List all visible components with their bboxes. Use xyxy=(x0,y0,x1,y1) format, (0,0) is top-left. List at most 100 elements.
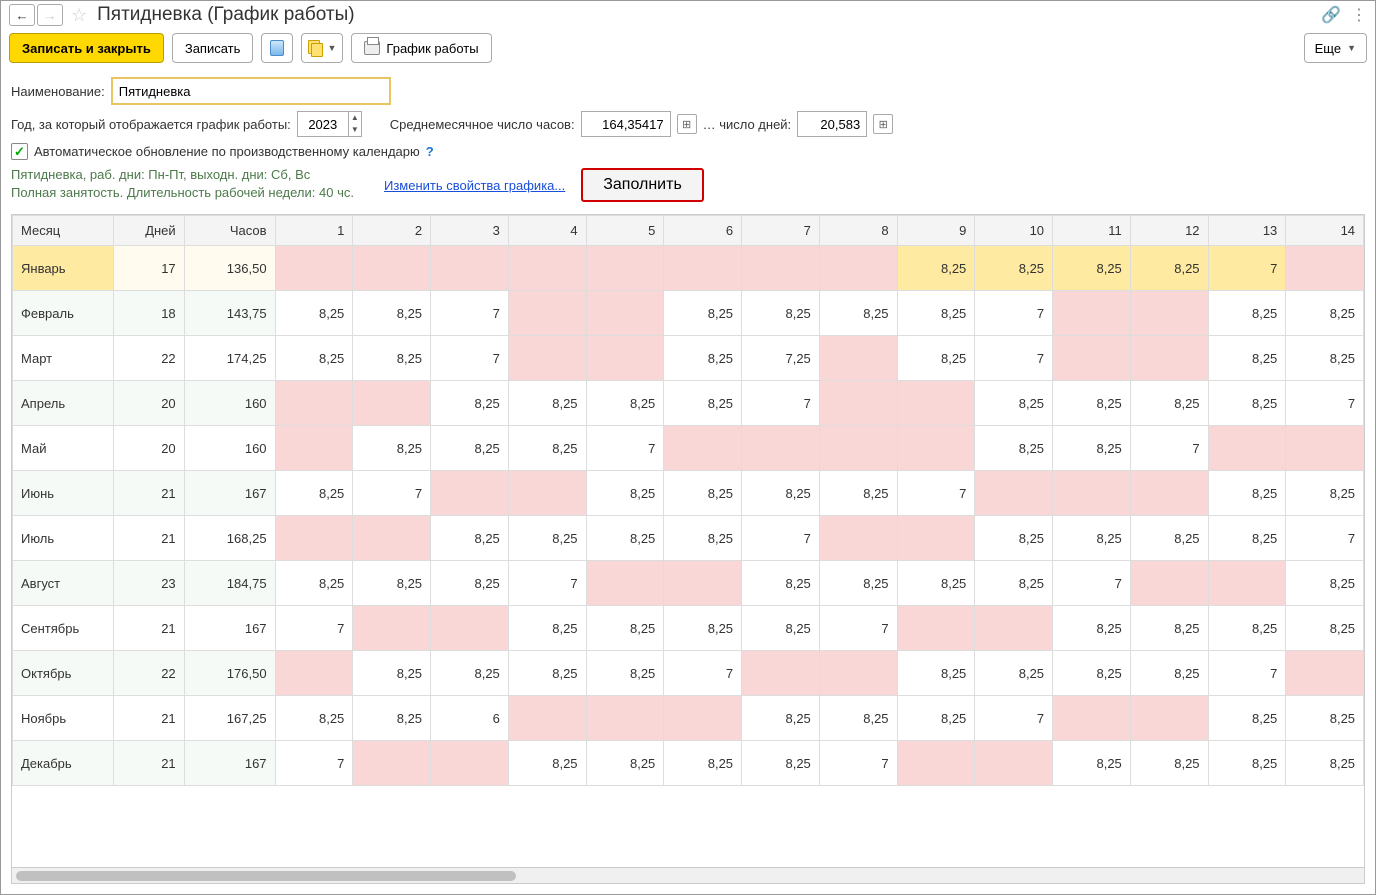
calc-icon[interactable]: ⊞ xyxy=(677,114,697,134)
day-cell[interactable] xyxy=(508,291,586,336)
fill-button[interactable]: Заполнить xyxy=(581,168,704,202)
days-cell[interactable]: 21 xyxy=(113,696,184,741)
days-cell[interactable]: 22 xyxy=(113,651,184,696)
day-cell[interactable]: 8,25 xyxy=(897,246,975,291)
day-cell[interactable]: 8,25 xyxy=(664,606,742,651)
day-cell[interactable] xyxy=(819,426,897,471)
day-cell[interactable] xyxy=(1208,561,1286,606)
day-cell[interactable]: 8,25 xyxy=(353,651,431,696)
day-cell[interactable]: 8,25 xyxy=(1053,516,1131,561)
day-cell[interactable] xyxy=(819,336,897,381)
day-cell[interactable]: 8,25 xyxy=(586,381,664,426)
day-cell[interactable]: 8,25 xyxy=(1053,246,1131,291)
day-cell[interactable]: 8,25 xyxy=(1208,291,1286,336)
day-cell[interactable]: 8,25 xyxy=(975,516,1053,561)
day-cell[interactable] xyxy=(1364,246,1365,291)
day-cell[interactable] xyxy=(975,741,1053,786)
day-cell[interactable]: 7 xyxy=(975,291,1053,336)
day-cell[interactable] xyxy=(897,426,975,471)
day-cell[interactable] xyxy=(1364,381,1365,426)
hours-cell[interactable]: 184,75 xyxy=(184,561,275,606)
days-cell[interactable]: 21 xyxy=(113,516,184,561)
day-cell[interactable] xyxy=(742,426,820,471)
days-cell[interactable]: 22 xyxy=(113,336,184,381)
day-cell[interactable] xyxy=(975,471,1053,516)
back-button[interactable]: ← xyxy=(9,4,35,26)
day-cell[interactable]: 8,25 xyxy=(508,381,586,426)
day-cell[interactable] xyxy=(431,606,509,651)
day-cell[interactable]: 8,25 xyxy=(1053,651,1131,696)
day-cell[interactable] xyxy=(353,381,431,426)
day-cell[interactable] xyxy=(1364,651,1365,696)
day-cell[interactable] xyxy=(508,336,586,381)
days-cell[interactable]: 23 xyxy=(113,561,184,606)
year-spin-up[interactable]: ▲ xyxy=(349,112,361,124)
day-cell[interactable]: 8,25 xyxy=(975,246,1053,291)
day-cell[interactable]: 8,25 xyxy=(1053,741,1131,786)
day-cell[interactable]: 8,25 xyxy=(1053,381,1131,426)
day-cell[interactable]: 7 xyxy=(431,336,509,381)
day-cell[interactable]: 8,25 xyxy=(1286,291,1364,336)
day-cell[interactable]: 8,25 xyxy=(664,516,742,561)
save-button[interactable]: Записать xyxy=(172,33,254,63)
day-cell[interactable]: 8,25 xyxy=(586,606,664,651)
day-cell[interactable] xyxy=(1053,471,1131,516)
col-d6[interactable]: 6 xyxy=(664,216,742,246)
day-cell[interactable]: 7 xyxy=(1364,741,1365,786)
hours-cell[interactable]: 176,50 xyxy=(184,651,275,696)
day-cell[interactable]: 8,25 xyxy=(742,741,820,786)
day-cell[interactable]: 8,25 xyxy=(1364,426,1365,471)
day-cell[interactable]: 8,25 xyxy=(1364,471,1365,516)
day-cell[interactable] xyxy=(1364,516,1365,561)
month-cell[interactable]: Сентябрь xyxy=(13,606,114,651)
col-d1[interactable]: 1 xyxy=(275,216,353,246)
day-cell[interactable]: 8,25 xyxy=(1364,696,1365,741)
day-cell[interactable]: 8,25 xyxy=(508,741,586,786)
month-cell[interactable]: Ноябрь xyxy=(13,696,114,741)
day-cell[interactable]: 7 xyxy=(897,471,975,516)
day-cell[interactable]: 8,25 xyxy=(1286,696,1364,741)
day-cell[interactable] xyxy=(1053,336,1131,381)
hours-cell[interactable]: 168,25 xyxy=(184,516,275,561)
month-cell[interactable]: Март xyxy=(13,336,114,381)
more-button[interactable]: Еще▼ xyxy=(1304,33,1367,63)
day-cell[interactable]: 8,25 xyxy=(897,291,975,336)
days-cell[interactable]: 18 xyxy=(113,291,184,336)
month-cell[interactable]: Октябрь xyxy=(13,651,114,696)
col-d12[interactable]: 12 xyxy=(1130,216,1208,246)
day-cell[interactable]: 7 xyxy=(1286,381,1364,426)
document-button[interactable] xyxy=(261,33,293,63)
day-cell[interactable]: 8,25 xyxy=(1208,336,1286,381)
year-input[interactable] xyxy=(298,112,348,136)
year-spin-down[interactable]: ▼ xyxy=(349,124,361,136)
day-cell[interactable]: 8,25 xyxy=(508,516,586,561)
month-cell[interactable]: Февраль xyxy=(13,291,114,336)
days-cell[interactable]: 17 xyxy=(113,246,184,291)
day-cell[interactable] xyxy=(586,336,664,381)
day-cell[interactable] xyxy=(353,516,431,561)
day-cell[interactable]: 8,25 xyxy=(664,381,742,426)
day-cell[interactable]: 8,25 xyxy=(1286,471,1364,516)
day-cell[interactable]: 8,25 xyxy=(975,651,1053,696)
star-icon[interactable]: ☆ xyxy=(71,5,87,26)
col-hours[interactable]: Часов xyxy=(184,216,275,246)
day-cell[interactable]: 7 xyxy=(275,741,353,786)
month-cell[interactable]: Июнь xyxy=(13,471,114,516)
day-cell[interactable] xyxy=(1208,426,1286,471)
day-cell[interactable] xyxy=(275,246,353,291)
day-cell[interactable]: 8,25 xyxy=(1364,561,1365,606)
col-d5[interactable]: 5 xyxy=(586,216,664,246)
day-cell[interactable]: 7 xyxy=(742,516,820,561)
days-cell[interactable]: 21 xyxy=(113,606,184,651)
name-input[interactable] xyxy=(111,77,391,105)
day-cell[interactable] xyxy=(586,291,664,336)
month-cell[interactable]: Апрель xyxy=(13,381,114,426)
hours-cell[interactable]: 174,25 xyxy=(184,336,275,381)
day-cell[interactable]: 8,25 xyxy=(1208,606,1286,651)
day-cell[interactable]: 8,25 xyxy=(431,651,509,696)
day-cell[interactable]: 8,25 xyxy=(742,696,820,741)
day-cell[interactable]: 8,25 xyxy=(897,651,975,696)
calc-icon[interactable]: ⊞ xyxy=(873,114,893,134)
forward-button[interactable]: → xyxy=(37,4,63,26)
day-cell[interactable]: 8,25 xyxy=(1130,516,1208,561)
